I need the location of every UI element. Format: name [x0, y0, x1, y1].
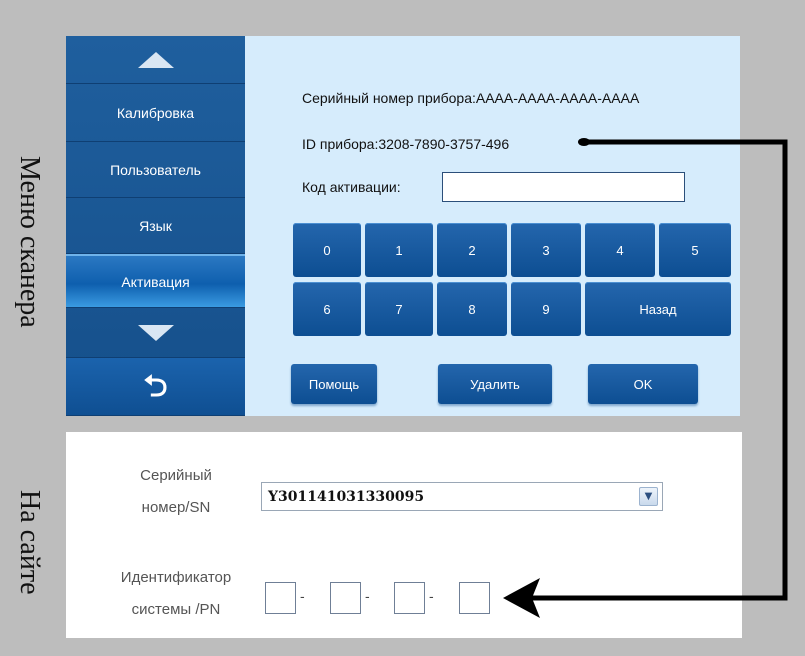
activation-code-input[interactable] [442, 172, 685, 202]
system-id-label: Идентификатор системы /PN [120, 569, 232, 618]
separator-dash: - [429, 588, 434, 604]
key-5[interactable]: 5 [659, 223, 731, 277]
backspace-key[interactable]: Назад [585, 282, 731, 336]
sidebar-item-calibration[interactable]: Калибровка [66, 84, 245, 142]
system-id-field-1[interactable] [265, 582, 296, 614]
sidebar-item-label: Язык [139, 217, 172, 234]
sidebar-item-user[interactable]: Пользователь [66, 142, 245, 198]
triangle-down-icon [137, 324, 174, 341]
ok-button[interactable]: OK [588, 364, 698, 404]
key-0[interactable]: 0 [293, 223, 361, 277]
website-form: Серийный номер/SN Y301141031330095 ▼ Иде… [66, 432, 742, 638]
device-id: ID прибора:3208-7890-3757-496 [302, 136, 510, 152]
scanner-screen: Калибровка Пользователь Язык Активация ⮌… [66, 36, 740, 416]
separator-dash: - [300, 588, 305, 604]
separator-dash: - [365, 588, 370, 604]
scanner-menu-caption: Меню сканера [14, 156, 45, 328]
key-9[interactable]: 9 [511, 282, 581, 336]
delete-button[interactable]: Удалить [438, 364, 552, 404]
back-button[interactable]: ⮌ [66, 358, 245, 416]
return-arrow-icon: ⮌ [143, 369, 168, 403]
sidebar-item-language[interactable]: Язык [66, 198, 245, 254]
sidebar-item-activation[interactable]: Активация [66, 254, 245, 308]
sidebar-item-label: Калибровка [116, 104, 195, 121]
scanner-sidebar: Калибровка Пользователь Язык Активация ⮌ [66, 36, 245, 416]
system-id-field-2[interactable] [330, 582, 361, 614]
key-4[interactable]: 4 [585, 223, 655, 277]
key-3[interactable]: 3 [511, 223, 581, 277]
key-2[interactable]: 2 [437, 223, 507, 277]
serial-number-value: Y301141031330095 [268, 488, 425, 505]
scroll-down-button[interactable] [66, 308, 245, 358]
serial-number-select[interactable]: Y301141031330095 ▼ [261, 482, 663, 511]
activation-code-label: Код активации: [302, 179, 401, 195]
sidebar-item-label: Пользователь [110, 161, 201, 178]
serial-number-label: Серийный номер/SN [140, 467, 212, 516]
key-7[interactable]: 7 [365, 282, 433, 336]
chevron-down-icon[interactable]: ▼ [639, 487, 658, 506]
key-8[interactable]: 8 [437, 282, 507, 336]
scroll-up-button[interactable] [66, 36, 245, 84]
sidebar-item-label: Активация [121, 273, 190, 290]
on-site-caption: На сайте [14, 490, 45, 595]
help-button[interactable]: Помощь [291, 364, 377, 404]
device-serial-number: Серийный номер прибора:AAAA-AAAA-AAAA-AA… [302, 90, 640, 106]
triangle-up-icon [137, 51, 174, 68]
system-id-field-4[interactable] [459, 582, 490, 614]
key-1[interactable]: 1 [365, 223, 433, 277]
key-6[interactable]: 6 [293, 282, 361, 336]
system-id-field-3[interactable] [394, 582, 425, 614]
